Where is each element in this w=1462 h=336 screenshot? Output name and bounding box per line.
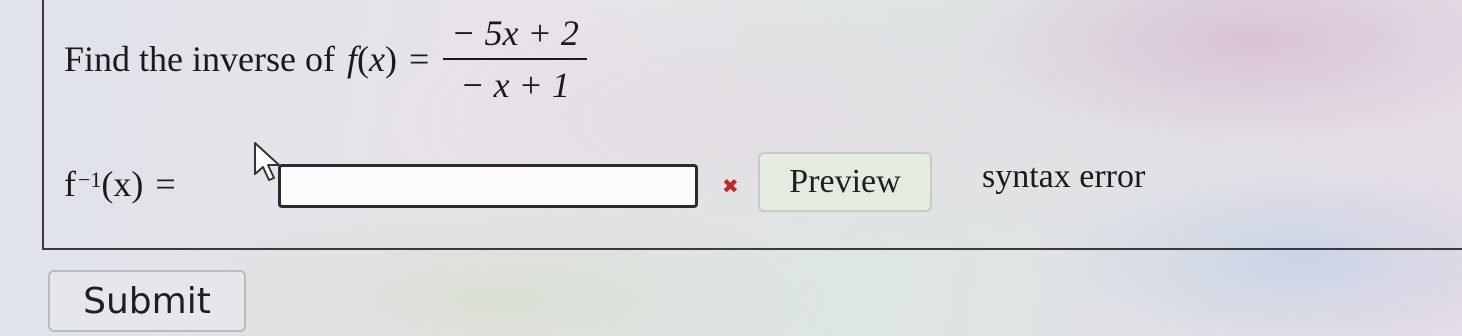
denominator: − x + 1	[460, 65, 570, 105]
inverse-func: f	[64, 164, 76, 204]
answer-equals: =	[155, 164, 176, 204]
inverse-var: x	[113, 164, 132, 204]
question-text: Find the inverse of f (x) = − 5x + 2 − x…	[64, 13, 587, 105]
preview-button[interactable]: Preview	[758, 152, 932, 212]
function-name: f	[346, 39, 357, 79]
fraction: − 5x + 2 − x + 1	[443, 12, 587, 106]
inverse-sup: −1	[78, 167, 102, 192]
submit-button[interactable]: Submit	[48, 270, 246, 332]
answer-input[interactable]	[278, 164, 698, 208]
mouse-cursor-icon	[254, 142, 280, 181]
error-x-icon: ✖	[722, 174, 739, 198]
equals-sign: =	[408, 39, 430, 79]
answer-label: f −1(x) =	[64, 164, 176, 204]
function-variable: x	[368, 39, 385, 79]
numerator: − 5x + 2	[443, 12, 587, 60]
question-prompt: Find the inverse of	[64, 39, 335, 79]
syntax-status: syntax error	[982, 158, 1146, 195]
